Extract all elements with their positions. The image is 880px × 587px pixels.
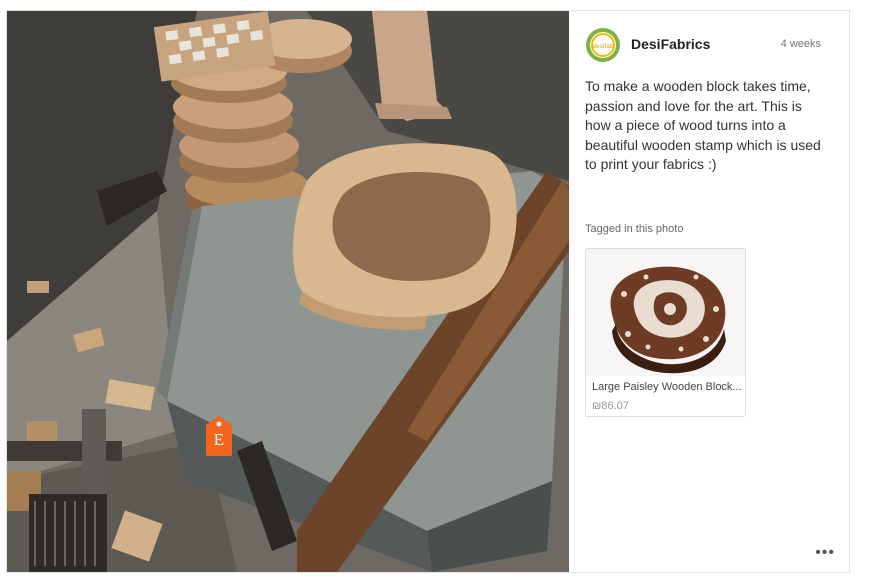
- post-details-panel: desifab DesiFabrics 4 weeks To make a wo…: [569, 11, 849, 572]
- post-photo[interactable]: E: [7, 11, 569, 572]
- etsy-price-tag-icon[interactable]: E: [204, 416, 234, 456]
- product-image: [586, 249, 745, 376]
- product-price: ₪86.07: [592, 400, 629, 412]
- more-options-icon[interactable]: •••: [815, 545, 835, 561]
- avatar-text: desifab: [593, 43, 614, 50]
- tagged-heading: Tagged in this photo: [585, 223, 684, 235]
- post-caption: To make a wooden block takes time, passi…: [585, 78, 821, 172]
- etsy-tag-letter: E: [213, 430, 225, 449]
- tagged-product-card[interactable]: Large Paisley Wooden Block... ₪86.07: [585, 248, 746, 417]
- shop-name-link[interactable]: DesiFabrics: [631, 36, 710, 52]
- post-photo-image: [7, 11, 569, 572]
- post-timestamp: 4 weeks: [780, 38, 821, 50]
- shop-avatar[interactable]: desifab: [585, 27, 621, 63]
- shop-avatar-logo: desifab: [586, 28, 620, 62]
- product-title: Large Paisley Wooden Block...: [592, 381, 742, 393]
- shop-post-card: E desifab DesiFabrics 4 weeks To make a …: [6, 10, 850, 573]
